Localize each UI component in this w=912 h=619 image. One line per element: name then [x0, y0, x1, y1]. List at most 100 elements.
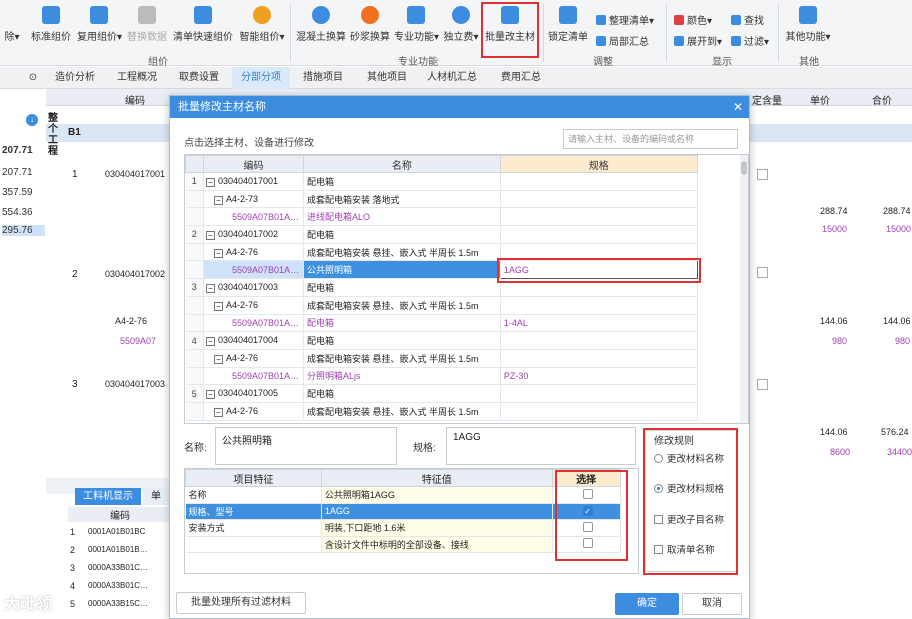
partial-summary-button[interactable]: 局部汇总: [596, 33, 649, 48]
row-spec[interactable]: [500, 349, 698, 368]
tab-fee-settings[interactable]: 取费设置: [172, 67, 226, 89]
table-row[interactable]: − A4-2-76 成套配电箱安装 悬挂、嵌入式 半周长 1.5m: [185, 296, 740, 315]
table-row[interactable]: 2−030404017002 配电箱: [185, 225, 740, 244]
other-functions-button[interactable]: 其他功能▾: [784, 6, 832, 43]
row-spec[interactable]: [500, 384, 698, 403]
mortar-conversion-button[interactable]: 砂浆换算: [350, 6, 390, 43]
row-name[interactable]: 配电箱: [303, 278, 501, 297]
feature-value[interactable]: 1AGG: [321, 503, 553, 520]
empty-cell: [697, 367, 740, 385]
tab-other-items[interactable]: 其他项目: [360, 67, 414, 89]
row-name[interactable]: 成套配电箱安装 悬挂、嵌入式 半周长 1.5m: [303, 296, 501, 315]
row-spec[interactable]: [500, 296, 698, 315]
batch-process-filtered-button[interactable]: 批量处理所有过滤材料: [176, 592, 306, 614]
table-row[interactable]: − A4-2-73 成套配电箱安装 落地式: [185, 190, 740, 209]
dialog-title: 批量修改主材名称: [178, 101, 266, 113]
tab-cost-analysis[interactable]: 造价分析: [50, 67, 100, 89]
collapse-icon[interactable]: −: [205, 337, 215, 347]
expand-to-button[interactable]: 展开到▾: [674, 33, 722, 48]
row-name[interactable]: 成套配电箱安装 悬挂、嵌入式 半周长 1.5m: [303, 349, 501, 368]
row-name[interactable]: 成套配电箱安装 悬挂、嵌入式 半周长 1.5m: [303, 243, 501, 262]
tab-sections[interactable]: 分部分项: [232, 67, 290, 89]
replace-data-button[interactable]: 替换数据: [125, 6, 169, 43]
reuse-pricing-button[interactable]: 复用组价▾: [77, 6, 122, 43]
tab-measures[interactable]: 措施项目: [296, 67, 350, 89]
table-row[interactable]: 4−030404017004 配电箱: [185, 331, 740, 350]
close-icon[interactable]: ✕: [733, 96, 743, 118]
checkbox[interactable]: [757, 267, 768, 278]
row-name[interactable]: 配电箱: [303, 331, 501, 350]
checkbox[interactable]: [757, 169, 768, 180]
table-row[interactable]: 5509A07B01A… 分照明箱ALjs PZ-30: [185, 367, 740, 386]
professional-function-button[interactable]: 专业功能▾: [394, 6, 439, 43]
row-number: 3: [70, 563, 76, 573]
row-spec[interactable]: [500, 402, 698, 421]
row-code: A4-2-76: [115, 316, 148, 326]
collapse-icon[interactable]: −: [205, 390, 215, 400]
ok-button[interactable]: 确定: [615, 593, 679, 615]
delete-button[interactable]: 除▾: [0, 6, 24, 43]
table-row[interactable]: − A4-2-76 成套配电箱安装 悬挂、嵌入式 半周长 1.5m: [185, 349, 740, 368]
row-name[interactable]: 成套配电箱安装 落地式: [303, 190, 501, 209]
cancel-button[interactable]: 取消: [682, 593, 742, 615]
lock-list-button[interactable]: 锁定清单: [547, 6, 589, 43]
feature-value[interactable]: 明装,下口距地 1.6米: [321, 519, 553, 537]
standard-pricing-button[interactable]: 标准组价: [29, 6, 73, 43]
spec-field[interactable]: 1AGG: [446, 427, 636, 465]
row-name[interactable]: 公共照明箱: [303, 260, 501, 280]
table-row[interactable]: 5509A07B01A… 配电箱 1-4AL: [185, 314, 740, 333]
filter-button[interactable]: 过滤▾: [731, 33, 769, 48]
collapse-icon[interactable]: −: [213, 407, 223, 417]
feature-name: 规格、型号: [185, 503, 322, 520]
row-name[interactable]: 配电箱: [303, 225, 501, 244]
tab-labor-material-summary[interactable]: 人材机汇总: [420, 67, 484, 89]
collapse-icon[interactable]: −: [205, 177, 215, 187]
row-spec[interactable]: [500, 190, 698, 209]
organize-list-button[interactable]: 整理清单▾: [596, 12, 654, 27]
header-name: 名称: [302, 155, 501, 173]
row-spec[interactable]: [500, 207, 698, 227]
row-spec[interactable]: [500, 225, 698, 244]
collapse-icon[interactable]: −: [213, 195, 223, 205]
row-name[interactable]: 成套配电箱安装 悬挂、嵌入式 半周长 1.5m: [303, 402, 501, 421]
row-name[interactable]: 配电箱: [303, 172, 501, 191]
color-button[interactable]: 颜色▾: [674, 12, 712, 27]
smart-pricing-button[interactable]: 智能组价▾: [238, 6, 286, 43]
find-button[interactable]: 查找: [731, 12, 764, 27]
tab-material-display[interactable]: 工料机显示: [75, 488, 141, 505]
row-spec[interactable]: PZ-30: [500, 367, 698, 386]
row-code: 030404017004: [217, 335, 279, 346]
row-name[interactable]: 配电箱: [303, 384, 501, 403]
quick-pricing-button[interactable]: 清单快速组价: [173, 6, 233, 43]
row-name[interactable]: 分照明箱ALjs: [303, 367, 501, 386]
collapse-icon[interactable]: −: [205, 230, 215, 240]
row-spec[interactable]: [500, 172, 698, 191]
down-arrow-icon[interactable]: ↓: [26, 114, 38, 126]
tab-unit[interactable]: 单: [143, 488, 169, 505]
feature-value[interactable]: 公共照明箱1AGG: [321, 486, 553, 504]
table-row[interactable]: 5509A07B01A… 进线配电箱ALO: [185, 207, 740, 227]
concrete-conversion-button[interactable]: 混凝土换算: [295, 6, 347, 43]
search-input[interactable]: 请输入主材、设备的编码或名称: [563, 129, 738, 149]
name-field[interactable]: 公共照明箱: [215, 427, 397, 465]
collapse-icon[interactable]: −: [213, 354, 223, 364]
row-spec[interactable]: 1-4AL: [500, 314, 698, 333]
collapse-icon[interactable]: −: [213, 248, 223, 258]
collapse-icon[interactable]: ⊙: [26, 67, 40, 89]
feature-value[interactable]: 含设计文件中标明的全部设备、接线: [321, 536, 553, 553]
table-row[interactable]: 5−030404017005 配电箱: [185, 384, 740, 403]
scrollbar-thumb[interactable]: [741, 161, 747, 175]
table-row[interactable]: 1−030404017001 配电箱: [185, 172, 740, 191]
scrollbar[interactable]: [740, 155, 748, 423]
table-row[interactable]: − A4-2-76 成套配电箱安装 悬挂、嵌入式 半周长 1.5m: [185, 402, 740, 421]
tab-fee-summary[interactable]: 费用汇总: [494, 67, 548, 89]
collapse-icon[interactable]: −: [213, 301, 223, 311]
independent-fee-button[interactable]: 独立费▾: [443, 6, 479, 43]
checkbox[interactable]: [757, 379, 768, 390]
divider: [778, 4, 779, 62]
row-name[interactable]: 进线配电箱ALO: [303, 207, 501, 227]
row-spec[interactable]: [500, 331, 698, 350]
tab-project-overview[interactable]: 工程概况: [112, 67, 162, 89]
collapse-icon[interactable]: −: [205, 283, 215, 293]
row-name[interactable]: 配电箱: [303, 314, 501, 333]
